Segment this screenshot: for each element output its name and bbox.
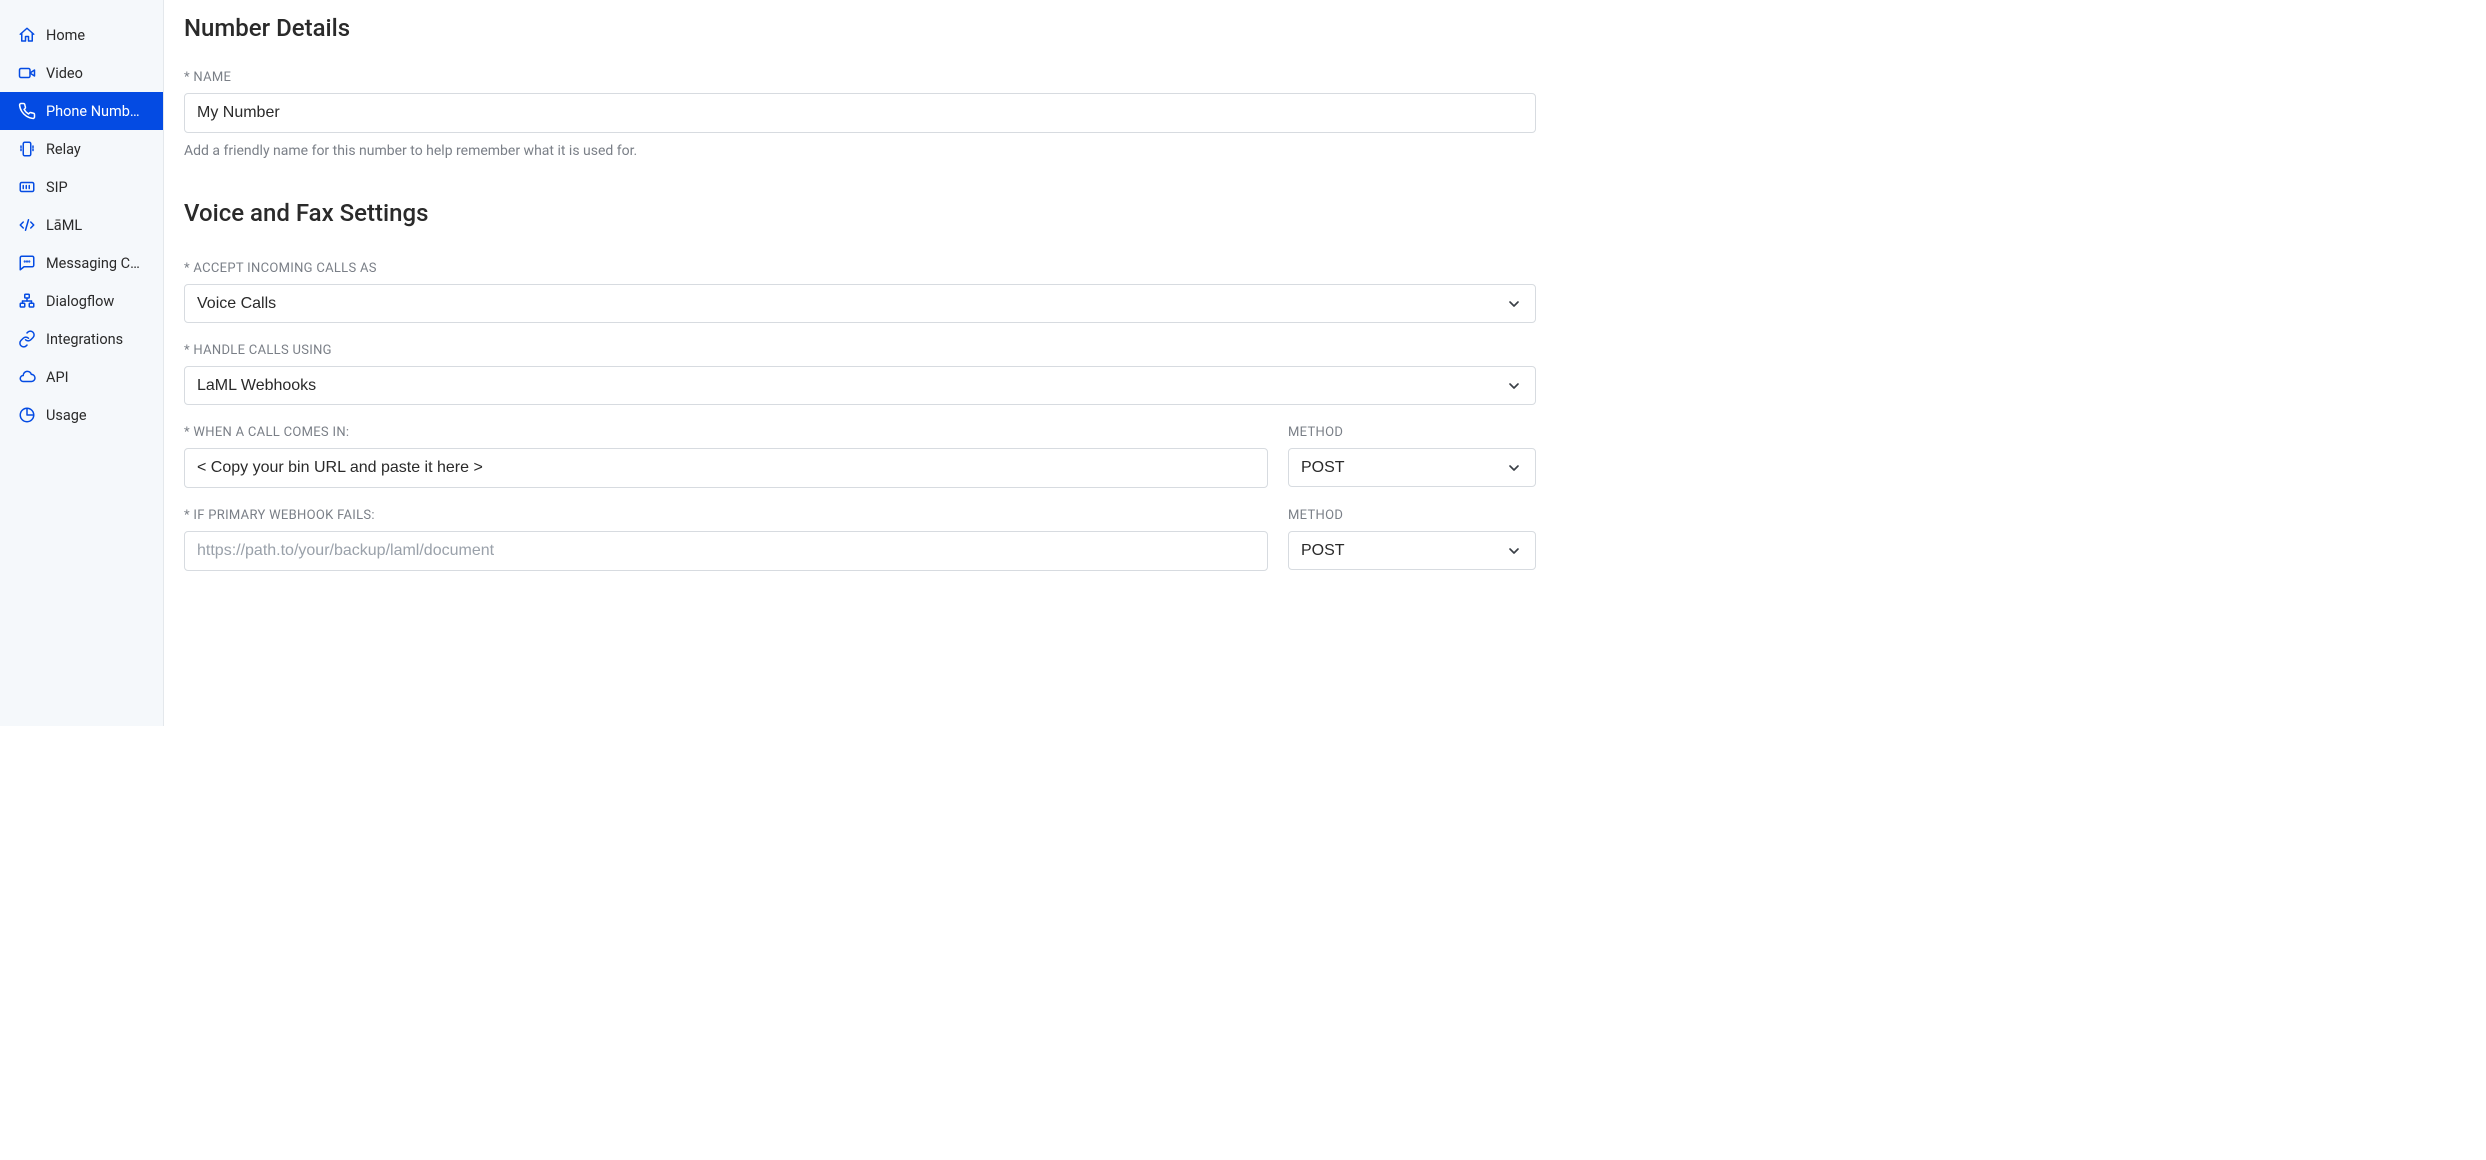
relay-icon — [18, 140, 36, 158]
name-help-text: Add a friendly name for this number to h… — [184, 143, 1536, 159]
dialogflow-icon — [18, 292, 36, 310]
accept-incoming-select[interactable]: Voice Calls — [184, 284, 1536, 323]
sidebar-item-phone-numbers[interactable]: Phone Numbers — [0, 92, 163, 130]
fallback-method-select[interactable]: POST — [1288, 531, 1536, 570]
video-icon — [18, 64, 36, 82]
sidebar-item-label: Usage — [46, 407, 87, 424]
name-input[interactable] — [184, 93, 1536, 133]
fallback-url-input[interactable] — [184, 531, 1268, 571]
sidebar-item-video[interactable]: Video — [0, 54, 163, 92]
sidebar-item-laml[interactable]: LāML — [0, 206, 163, 244]
link-icon — [18, 330, 36, 348]
number-details-title: Number Details — [184, 14, 1536, 42]
accept-incoming-label: * ACCEPT INCOMING CALLS AS — [184, 261, 1536, 276]
sidebar-item-messaging-campaigns[interactable]: Messaging Camp... — [0, 244, 163, 282]
phone-icon — [18, 102, 36, 120]
when-call-method-label: METHOD — [1288, 425, 1536, 440]
sidebar-item-sip[interactable]: SIP — [0, 168, 163, 206]
sip-icon — [18, 178, 36, 196]
sidebar-item-label: SIP — [46, 179, 68, 196]
pie-chart-icon — [18, 406, 36, 424]
home-icon — [18, 26, 36, 44]
when-call-method-select[interactable]: POST — [1288, 448, 1536, 487]
sidebar-item-label: Video — [46, 65, 83, 82]
sidebar-item-label: Relay — [46, 141, 81, 158]
cloud-icon — [18, 368, 36, 386]
sidebar-item-dialogflow[interactable]: Dialogflow — [0, 282, 163, 320]
sidebar-item-label: API — [46, 369, 69, 386]
fallback-row: * IF PRIMARY WEBHOOK FAILS: METHOD POST — [184, 508, 1536, 571]
sidebar-item-label: Integrations — [46, 331, 123, 348]
sidebar-item-home[interactable]: Home — [0, 16, 163, 54]
message-icon — [18, 254, 36, 272]
sidebar-item-usage[interactable]: Usage — [0, 396, 163, 434]
code-icon — [18, 216, 36, 234]
sidebar-item-label: LāML — [46, 217, 82, 234]
sidebar-item-relay[interactable]: Relay — [0, 130, 163, 168]
accept-incoming-field-group: * ACCEPT INCOMING CALLS AS Voice Calls — [184, 261, 1536, 323]
sidebar-item-api[interactable]: API — [0, 358, 163, 396]
handle-calls-field-group: * HANDLE CALLS USING LaML Webhooks — [184, 343, 1536, 405]
sidebar: Home Video Phone Numbers Relay SIP LāML — [0, 0, 164, 726]
when-call-row: * WHEN A CALL COMES IN: METHOD POST — [184, 425, 1536, 488]
handle-calls-label: * HANDLE CALLS USING — [184, 343, 1536, 358]
name-field-group: * NAME Add a friendly name for this numb… — [184, 70, 1536, 159]
sidebar-item-label: Home — [46, 27, 85, 44]
fallback-method-label: METHOD — [1288, 508, 1536, 523]
sidebar-item-label: Dialogflow — [46, 293, 114, 310]
when-call-url-input[interactable] — [184, 448, 1268, 488]
when-call-label: * WHEN A CALL COMES IN: — [184, 425, 1268, 440]
sidebar-item-label: Phone Numbers — [46, 103, 147, 120]
main-content: Number Details * NAME Add a friendly nam… — [164, 0, 1556, 726]
sidebar-item-label: Messaging Camp... — [46, 255, 147, 272]
voice-fax-title: Voice and Fax Settings — [184, 199, 1536, 227]
fallback-label: * IF PRIMARY WEBHOOK FAILS: — [184, 508, 1268, 523]
handle-calls-select[interactable]: LaML Webhooks — [184, 366, 1536, 405]
sidebar-item-integrations[interactable]: Integrations — [0, 320, 163, 358]
name-label: * NAME — [184, 70, 1536, 85]
